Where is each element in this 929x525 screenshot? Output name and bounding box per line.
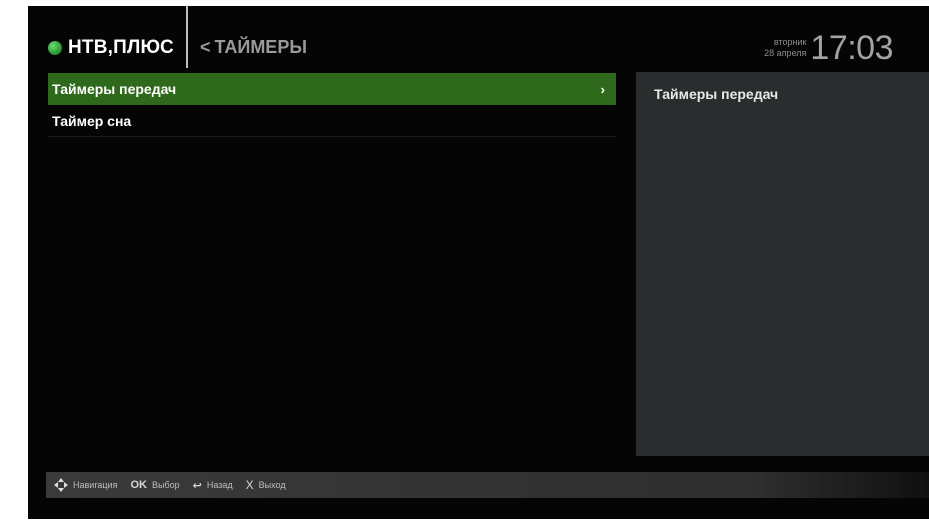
time-label: 17:03 bbox=[810, 29, 893, 67]
back-arrow-icon: ↩ bbox=[192, 479, 202, 492]
ok-key-icon: OK bbox=[130, 479, 147, 491]
chevron-right-icon: › bbox=[600, 81, 605, 97]
exit-x-icon: X bbox=[245, 478, 254, 492]
menu-item-sleep-timer[interactable]: Таймер сна bbox=[48, 105, 616, 137]
hint-exit-label: Выход bbox=[258, 480, 286, 490]
brand-logo: НТВ,ПЛЮС bbox=[48, 35, 174, 61]
date-box: вторник 28 апреля bbox=[764, 37, 806, 59]
hint-select-label: Выбор bbox=[151, 480, 180, 490]
back-chevron-icon[interactable]: < bbox=[200, 37, 211, 58]
brand-name: НТВ,ПЛЮС bbox=[68, 37, 174, 58]
header-divider bbox=[186, 6, 188, 68]
dpad-icon bbox=[54, 478, 68, 492]
hint-bar: Навигация OK Выбор ↩ Назад X Выход bbox=[46, 472, 929, 498]
menu-item-program-timers[interactable]: Таймеры передач › bbox=[48, 73, 616, 105]
date-label: 28 апреля bbox=[764, 48, 807, 58]
brand-dot-icon bbox=[48, 41, 62, 55]
hint-back-label: Назад bbox=[206, 480, 233, 490]
description-panel: Таймеры передач bbox=[636, 72, 929, 456]
breadcrumb[interactable]: < ТАЙМЕРЫ bbox=[200, 37, 307, 58]
tv-screen: НТВ,ПЛЮС < ТАЙМЕРЫ вторник 28 апреля 17:… bbox=[28, 6, 929, 519]
menu-item-label: Таймер сна bbox=[52, 112, 132, 129]
weekday-label: вторник bbox=[773, 37, 807, 47]
panel-title: Таймеры передач bbox=[654, 86, 779, 102]
hint-navigation-label: Навигация bbox=[73, 480, 118, 490]
timers-menu: Таймеры передач › Таймер сна bbox=[48, 73, 616, 137]
page-title: ТАЙМЕРЫ bbox=[214, 37, 307, 57]
clock: вторник 28 апреля 17:03 bbox=[764, 31, 893, 65]
menu-item-label: Таймеры передач bbox=[52, 81, 177, 97]
